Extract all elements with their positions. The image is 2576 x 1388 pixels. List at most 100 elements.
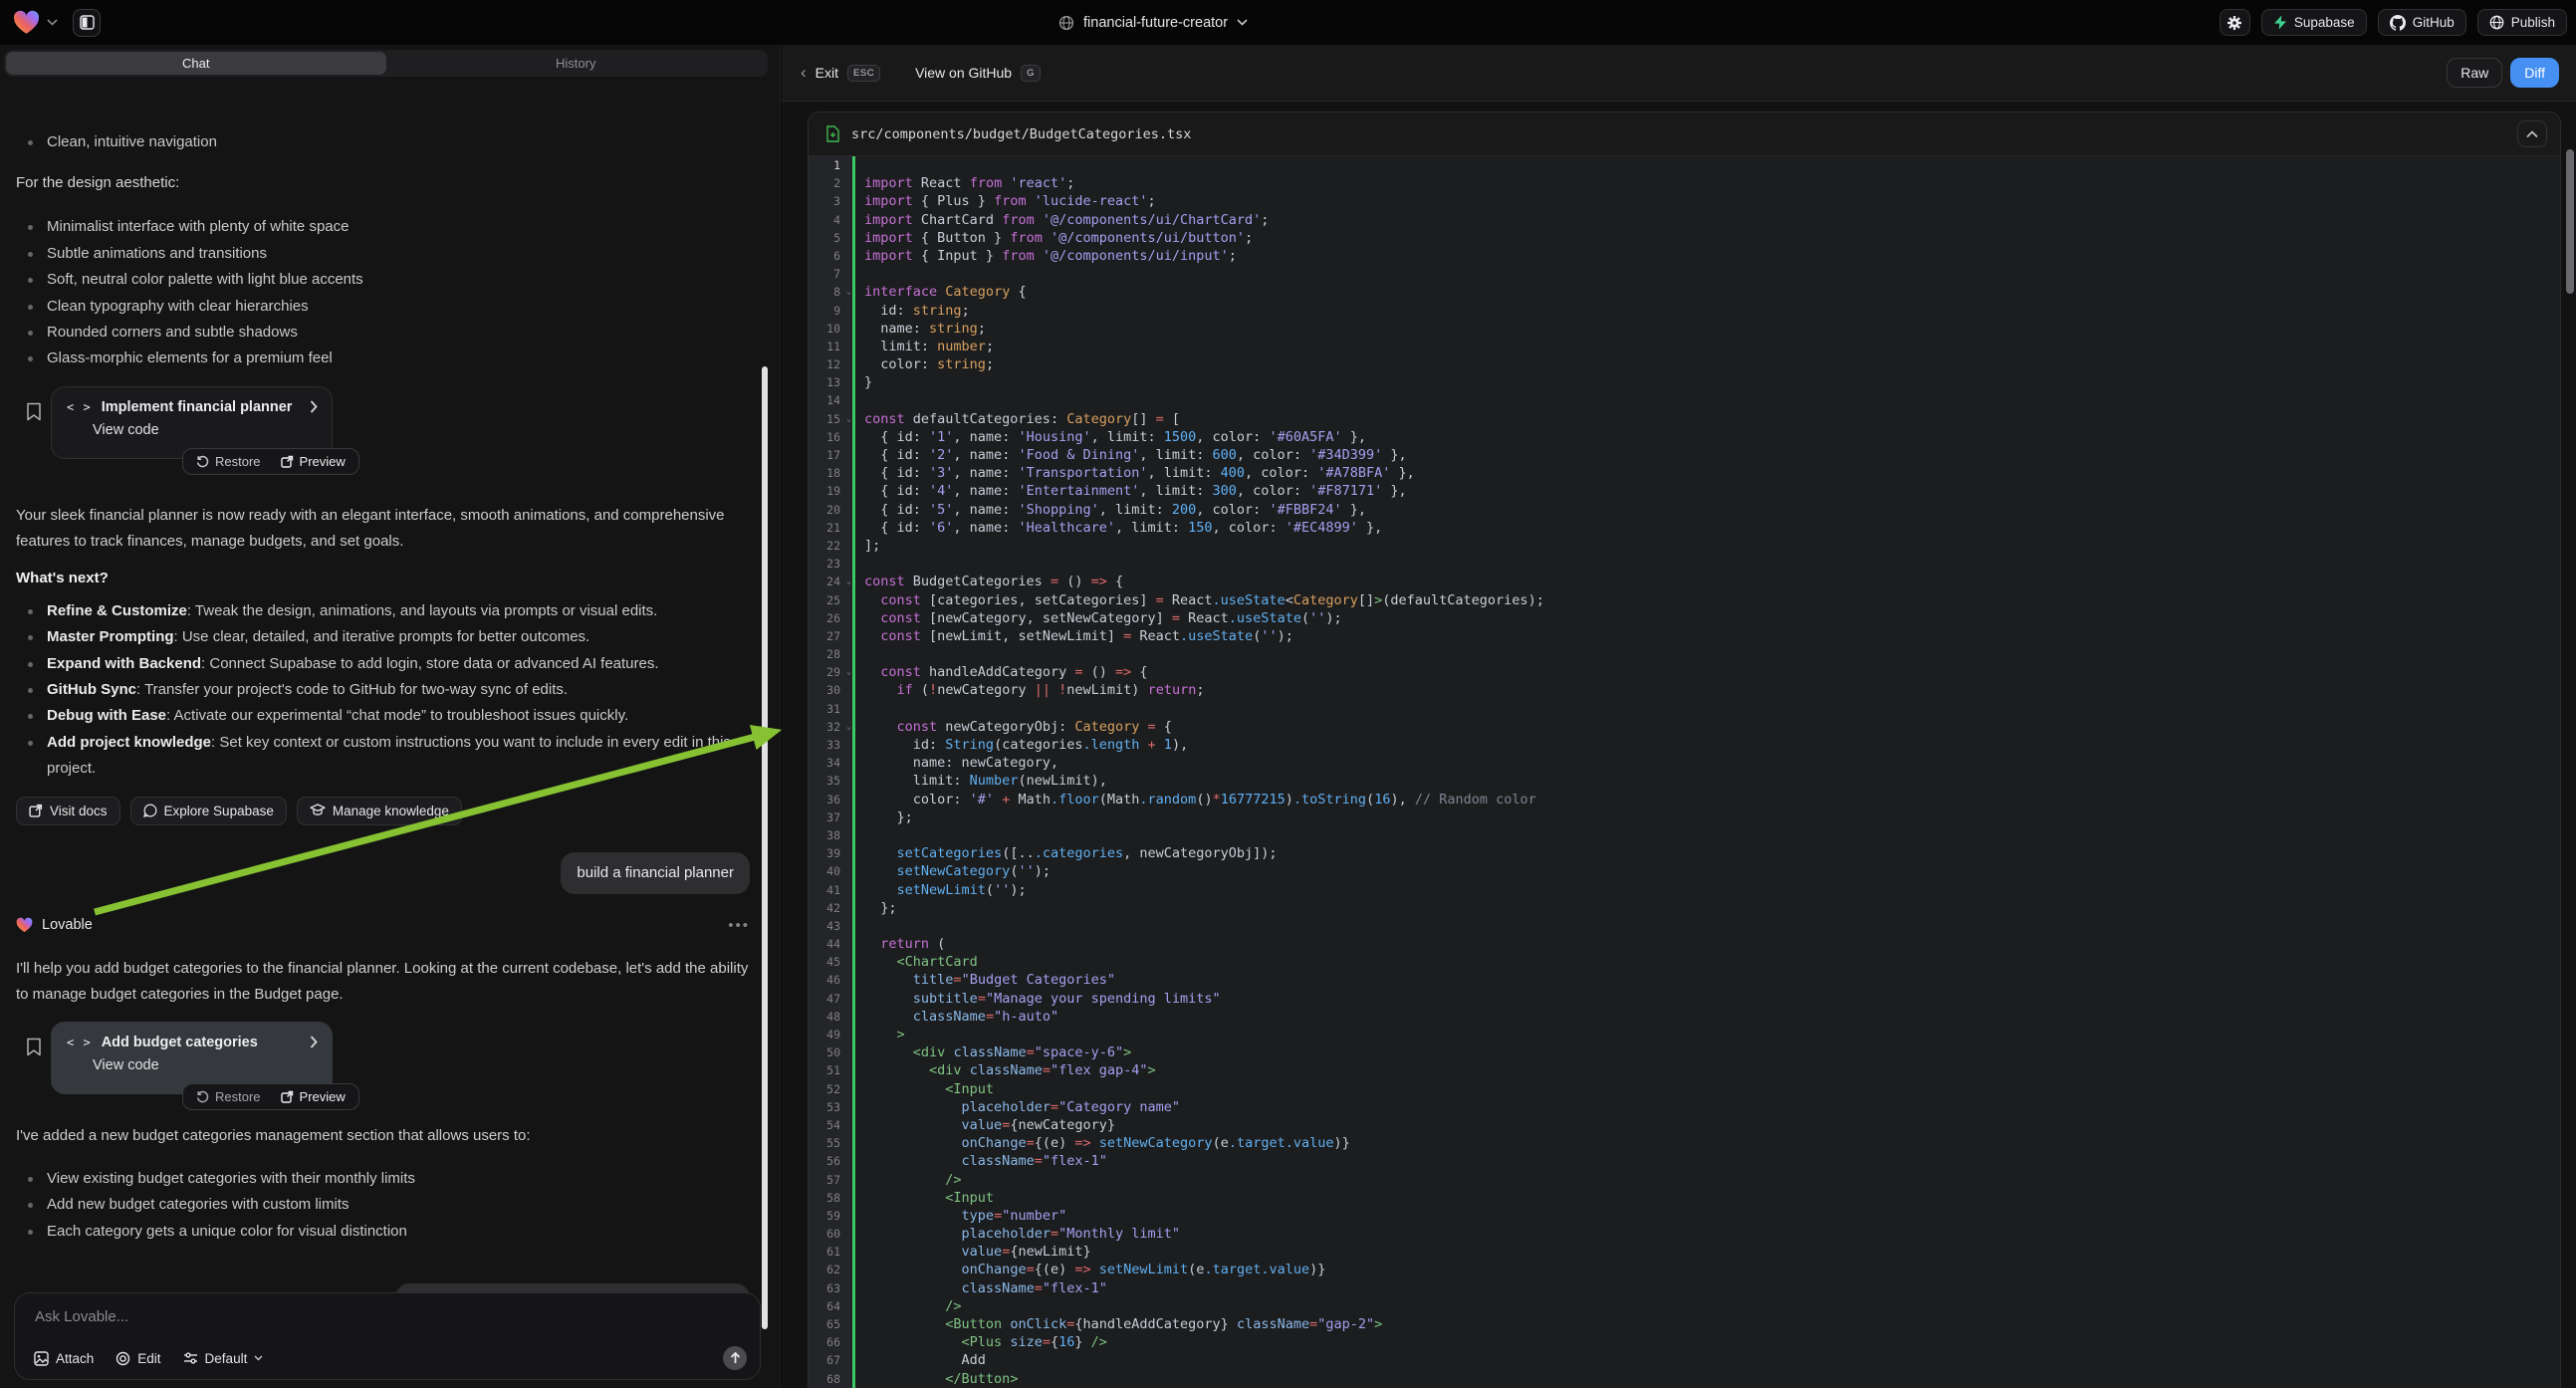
code-line[interactable]: 22];	[809, 537, 2560, 555]
code-line[interactable]: 41 setNewLimit('');	[809, 881, 2560, 899]
code-line[interactable]: 16 { id: '1', name: 'Housing', limit: 15…	[809, 428, 2560, 446]
bookmark-icon[interactable]	[26, 402, 42, 421]
code-line[interactable]: 21 { id: '6', name: 'Healthcare', limit:…	[809, 519, 2560, 537]
code-line[interactable]: 42 };	[809, 899, 2560, 917]
sidebar-toggle-button[interactable]	[73, 9, 101, 37]
code-line[interactable]: 52 <Input	[809, 1080, 2560, 1098]
code-scrollbar[interactable]	[2566, 149, 2574, 294]
code-line[interactable]: 39 setCategories([...categories, newCate…	[809, 844, 2560, 862]
code-line[interactable]: 17 { id: '2', name: 'Food & Dining', lim…	[809, 446, 2560, 464]
publish-button[interactable]: Publish	[2477, 9, 2567, 36]
code-line[interactable]: 3import { Plus } from 'lucide-react';	[809, 192, 2560, 210]
code-line[interactable]: 8⌄interface Category {	[809, 283, 2560, 301]
code-line[interactable]: 61 value={newLimit}	[809, 1243, 2560, 1261]
code-line[interactable]: 48 className="h-auto"	[809, 1008, 2560, 1026]
code-line[interactable]: 25 const [categories, setCategories] = R…	[809, 591, 2560, 609]
mode-selector[interactable]: Default	[183, 1351, 264, 1366]
code-line[interactable]: 53 placeholder="Category name"	[809, 1098, 2560, 1116]
code-line[interactable]: 26 const [newCategory, setNewCategory] =…	[809, 609, 2560, 627]
code-line[interactable]: 62 onChange={(e) => setNewLimit(e.target…	[809, 1261, 2560, 1278]
code-line[interactable]: 30 if (!newCategory || !newLimit) return…	[809, 681, 2560, 699]
code-line[interactable]: 9 id: string;	[809, 302, 2560, 320]
back-chevron-icon[interactable]: ‹	[801, 63, 807, 83]
code-line[interactable]: 64 />	[809, 1297, 2560, 1315]
code-line[interactable]: 15⌄const defaultCategories: Category[] =…	[809, 410, 2560, 428]
code-line[interactable]: 49 >	[809, 1026, 2560, 1043]
code-line[interactable]: 45 <ChartCard	[809, 953, 2560, 971]
view-code-link[interactable]: View code	[52, 415, 332, 438]
code-line[interactable]: 18 { id: '3', name: 'Transportation', li…	[809, 464, 2560, 482]
code-line[interactable]: 2import React from 'react';	[809, 174, 2560, 192]
restore-button[interactable]: Restore	[186, 454, 271, 469]
code-line[interactable]: 11 limit: number;	[809, 338, 2560, 355]
project-title-menu[interactable]: financial-future-creator	[1058, 0, 1248, 45]
chat-scrollbar[interactable]	[762, 366, 768, 1329]
code-line[interactable]: 43	[809, 917, 2560, 935]
raw-toggle-button[interactable]: Raw	[2447, 58, 2502, 88]
supabase-button[interactable]: Supabase	[2261, 9, 2367, 36]
code-line[interactable]: 51 <div className="flex gap-4">	[809, 1061, 2560, 1079]
settings-gear-button[interactable]	[2220, 9, 2250, 36]
code-line[interactable]: 55 onChange={(e) => setNewCategory(e.tar…	[809, 1134, 2560, 1152]
manage-knowledge-button[interactable]: Manage knowledge	[297, 797, 462, 825]
code-line[interactable]: 33 id: String(categories.length + 1),	[809, 736, 2560, 754]
code-editor[interactable]: 1 2import React from 'react';3import { P…	[809, 156, 2560, 1388]
code-line[interactable]: 38	[809, 826, 2560, 844]
lovable-heart-logo[interactable]	[13, 10, 40, 35]
code-line[interactable]: 35 limit: Number(newLimit),	[809, 772, 2560, 790]
code-line[interactable]: 57 />	[809, 1171, 2560, 1189]
code-line[interactable]: 29⌄ const handleAddCategory = () => {	[809, 663, 2560, 681]
attach-button[interactable]: Attach	[34, 1351, 94, 1366]
code-line[interactable]: 14	[809, 391, 2560, 409]
code-line[interactable]: 7	[809, 265, 2560, 283]
code-line[interactable]: 13}	[809, 373, 2560, 391]
tab-chat[interactable]: Chat	[6, 52, 386, 75]
code-line[interactable]: 54 value={newCategory}	[809, 1116, 2560, 1134]
code-line[interactable]: 56 className="flex-1"	[809, 1152, 2560, 1170]
code-line[interactable]: 36 color: '#' + Math.floor(Math.random()…	[809, 791, 2560, 809]
code-line[interactable]: 46 title="Budget Categories"	[809, 971, 2560, 989]
code-line[interactable]: 63 className="flex-1"	[809, 1279, 2560, 1297]
bookmark-icon[interactable]	[26, 1038, 42, 1056]
code-line[interactable]: 19 { id: '4', name: 'Entertainment', lim…	[809, 482, 2560, 500]
tab-history[interactable]: History	[386, 52, 767, 75]
code-line[interactable]: 66 <Plus size={16} />	[809, 1333, 2560, 1351]
preview-button[interactable]: Preview	[271, 454, 355, 469]
code-line[interactable]: 60 placeholder="Monthly limit"	[809, 1225, 2560, 1243]
view-on-github-button[interactable]: View on GitHub	[915, 65, 1012, 81]
code-line[interactable]: 1	[809, 156, 2560, 174]
code-line[interactable]: 37 };	[809, 809, 2560, 826]
code-line[interactable]: 67 Add	[809, 1351, 2560, 1369]
code-line[interactable]: 10 name: string;	[809, 320, 2560, 338]
code-line[interactable]: 31	[809, 700, 2560, 718]
view-code-link[interactable]: View code	[52, 1050, 332, 1073]
preview-button[interactable]: Preview	[271, 1089, 355, 1104]
code-line[interactable]: 50 <div className="space-y-6">	[809, 1043, 2560, 1061]
code-line[interactable]: 5import { Button } from '@/components/ui…	[809, 229, 2560, 247]
restore-button[interactable]: Restore	[186, 1089, 271, 1104]
code-line[interactable]: 47 subtitle="Manage your spending limits…	[809, 990, 2560, 1008]
visit-docs-button[interactable]: Visit docs	[16, 797, 120, 825]
code-line[interactable]: 4import ChartCard from '@/components/ui/…	[809, 211, 2560, 229]
code-line[interactable]: 59 type="number"	[809, 1207, 2560, 1225]
code-line[interactable]: 58 <Input	[809, 1189, 2560, 1207]
code-line[interactable]: 12 color: string;	[809, 355, 2560, 373]
logo-chevron-down-icon[interactable]	[47, 19, 58, 26]
collapse-file-button[interactable]	[2517, 120, 2547, 147]
message-options-button[interactable]: •••	[728, 917, 750, 934]
code-line[interactable]: 32⌄ const newCategoryObj: Category = {	[809, 718, 2560, 736]
diff-toggle-button[interactable]: Diff	[2510, 58, 2559, 88]
code-line[interactable]: 65 <Button onClick={handleAddCategory} c…	[809, 1315, 2560, 1333]
code-line[interactable]: 23	[809, 555, 2560, 573]
code-line[interactable]: 34 name: newCategory,	[809, 754, 2560, 772]
code-line[interactable]: 20 { id: '5', name: 'Shopping', limit: 2…	[809, 501, 2560, 519]
github-button[interactable]: GitHub	[2378, 9, 2466, 36]
code-line[interactable]: 28	[809, 645, 2560, 663]
code-line[interactable]: 24⌄const BudgetCategories = () => {	[809, 573, 2560, 590]
edit-button[interactable]: Edit	[116, 1351, 160, 1366]
code-line[interactable]: 68 </Button>	[809, 1370, 2560, 1388]
code-line[interactable]: 40 setNewCategory('');	[809, 862, 2560, 880]
prompt-input[interactable]: Ask Lovable...	[15, 1293, 760, 1325]
explore-supabase-button[interactable]: Explore Supabase	[130, 797, 287, 825]
code-line[interactable]: 44 return (	[809, 935, 2560, 953]
